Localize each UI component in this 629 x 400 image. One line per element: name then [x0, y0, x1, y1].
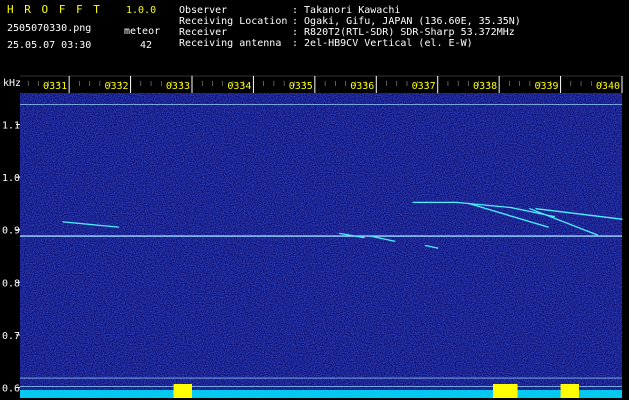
y-tick-label: 0.9 [2, 226, 20, 237]
y-axis-title: kHz [3, 78, 21, 89]
x-tick-label: 0333 [166, 81, 190, 92]
x-tick-label: 0337 [412, 81, 436, 92]
x-tick-label: 0332 [104, 81, 128, 92]
x-tick-label: 0339 [534, 81, 558, 92]
activity-peak [173, 384, 192, 398]
y-tick-label: 1.1 [2, 121, 20, 132]
x-tick-label: 0336 [350, 81, 374, 92]
y-tick-label: 1.0 [2, 173, 20, 184]
y-tick-label: 0.6 [2, 383, 20, 394]
x-tick-label: 0331 [43, 81, 67, 92]
x-tick-label: 0335 [289, 81, 313, 92]
y-tick-label: 0.7 [2, 331, 20, 342]
spectrogram-chart: kHz 0331 0332 0333 0334 0335 0336 0337 0338 0339 0… [2, 75, 623, 398]
x-tick-label: 0334 [227, 81, 251, 92]
x-tick-label: 0338 [473, 81, 497, 92]
y-tick-label: 0.8 [2, 278, 20, 289]
x-tick-label: 0340 [596, 81, 620, 92]
activity-strip [20, 390, 622, 398]
plot-noise-texture [20, 93, 622, 398]
activity-peak [493, 384, 518, 398]
activity-peak [560, 384, 579, 398]
